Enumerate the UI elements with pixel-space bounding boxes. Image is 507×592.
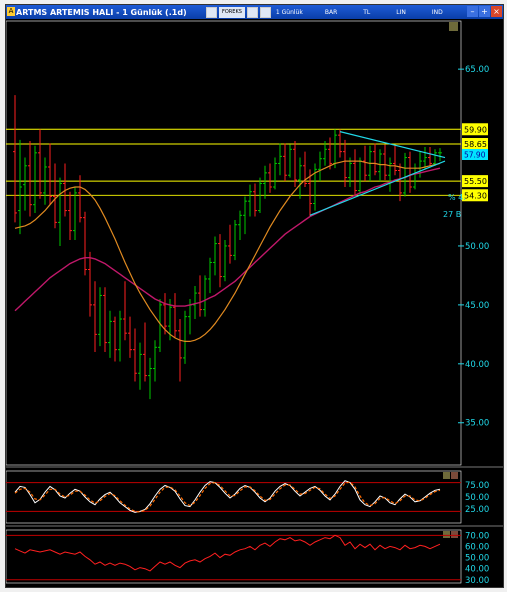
y-tick-label: 45.00 (465, 301, 489, 311)
level-label: 58.65 (464, 140, 487, 149)
level-label: 54.30 (464, 191, 487, 200)
current-price-label: 57.90 (464, 151, 486, 160)
indicator-tick-label: 50.00 (465, 554, 489, 564)
level-label: 59.90 (464, 125, 487, 134)
indicator-tick-label: 40.00 (465, 565, 489, 575)
oscillator-slow-line (14, 481, 441, 513)
annotation-count: 27 B (443, 210, 461, 219)
panel-menu-icon[interactable] (443, 531, 450, 538)
indicator-tick-label: 70.00 (465, 531, 489, 541)
oscillator-panel (6, 470, 462, 524)
panel-menu-icon[interactable] (449, 22, 458, 31)
oscillator-fast-line (14, 480, 441, 513)
panel-menu-icon[interactable] (443, 472, 450, 479)
y-tick-label: 65.00 (465, 65, 489, 75)
y-tick-label: 50.00 (465, 242, 489, 252)
trend-line (339, 131, 446, 159)
annotation-percent: % 4. (448, 193, 466, 202)
y-tick-label: 35.00 (465, 419, 489, 429)
indicator-panel (6, 529, 462, 584)
oscillator-tick-label: 50.00 (465, 493, 489, 503)
panel-close-icon[interactable] (451, 472, 458, 479)
chart-area: 59.90 58.65 55.50 54.30 65.00 50.00 45.00 40.0… (6, 20, 503, 586)
chart-window: A ARTMS ARTEMIS HALI - 1 Günlük (.1d) FO… (5, 4, 504, 588)
level-label: 55.50 (464, 177, 487, 186)
indicator-tick-label: 60.00 (465, 542, 489, 552)
y-tick-label: 40.00 (465, 360, 489, 370)
panel-close-icon[interactable] (451, 531, 458, 538)
moving-average-slow (14, 167, 441, 312)
indicator-tick-label: 30.00 (465, 576, 489, 586)
oscillator-tick-label: 25.00 (465, 505, 489, 515)
indicator-line (14, 534, 441, 572)
oscillator-tick-label: 75.00 (465, 481, 489, 491)
price-panel (6, 20, 462, 466)
